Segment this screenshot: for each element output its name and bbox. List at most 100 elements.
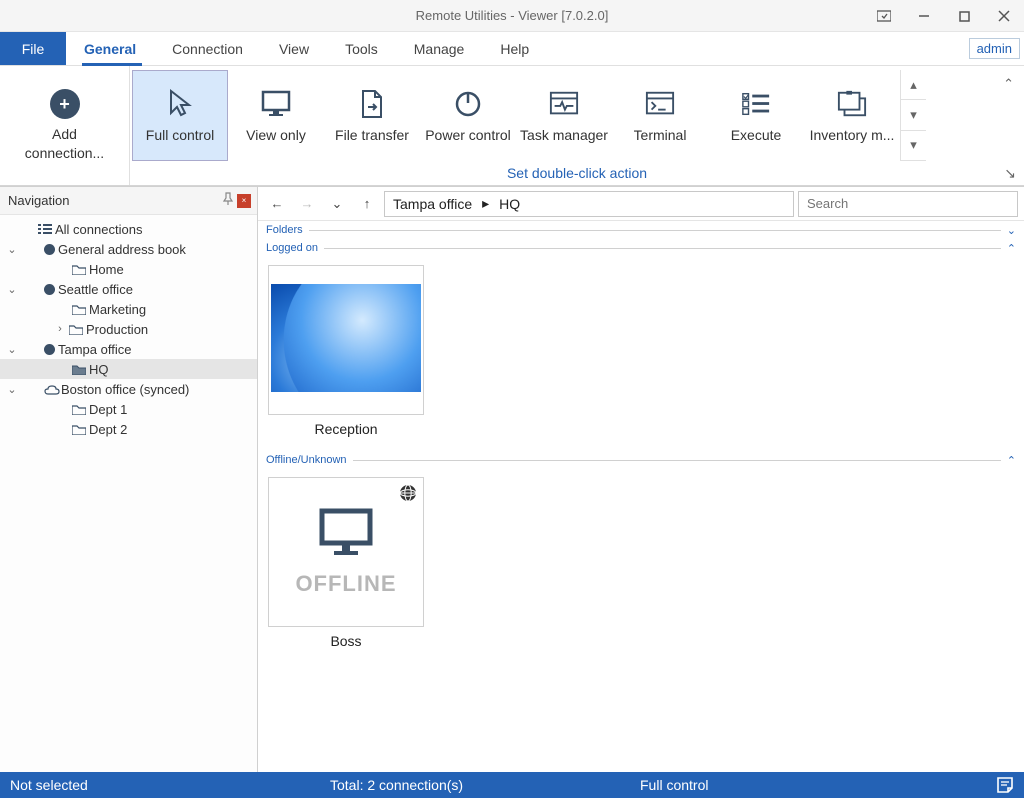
ribbon-scroll-down[interactable]: ▾ <box>901 100 926 130</box>
folder-icon <box>72 304 86 315</box>
cursor-icon <box>165 89 195 119</box>
breadcrumb-seg1[interactable]: Tampa office ▸ <box>393 195 489 212</box>
section-offline[interactable]: Offline/Unknown⌃ <box>258 451 1024 469</box>
menu-tools[interactable]: Tools <box>327 32 396 65</box>
file-arrow-icon <box>357 89 387 119</box>
nav-tree: All connections ⌄ General address book H… <box>0 215 257 772</box>
ribbon-collapse-icon[interactable]: ⌃ <box>1003 76 1014 92</box>
chevron-down-icon[interactable]: ⌄ <box>6 243 18 256</box>
overlay-icon[interactable] <box>864 0 904 32</box>
status-mode: Full control <box>640 777 708 793</box>
tree-boston-dept1[interactable]: Dept 1 <box>0 399 257 419</box>
section-folders[interactable]: Folders⌄ <box>258 221 1024 239</box>
ribbon-options-icon[interactable]: ↘ <box>1004 165 1016 182</box>
ribbon-scroll-more[interactable]: ▾ <box>901 131 926 161</box>
logged-on-gallery: Reception <box>258 257 1024 451</box>
cloud-icon <box>44 384 58 395</box>
connection-card-reception[interactable]: Reception <box>268 265 424 437</box>
folder-icon <box>72 424 86 435</box>
connection-card-boss[interactable]: OFFLINE Boss <box>268 477 424 649</box>
tree-tampa-office[interactable]: ⌄ Tampa office <box>0 339 257 359</box>
folder-open-icon <box>72 364 86 375</box>
chevron-down-icon[interactable]: ⌄ <box>6 283 18 296</box>
window-controls <box>864 0 1024 32</box>
ribbon-tools: Full control View only File transfer Pow… <box>130 66 1024 161</box>
tool-view-only[interactable]: View only <box>228 70 324 161</box>
main: Navigation × All connections ⌄ General a… <box>0 186 1024 772</box>
status-note-icon[interactable] <box>996 776 1014 794</box>
nav-recent-button[interactable]: ⌄ <box>324 191 350 217</box>
tool-full-control[interactable]: Full control <box>132 70 228 161</box>
tool-terminal[interactable]: Terminal <box>612 70 708 161</box>
menu-connection[interactable]: Connection <box>154 32 261 65</box>
close-panel-icon[interactable]: × <box>237 194 251 208</box>
chevron-right-icon: ▸ <box>482 195 489 212</box>
tree-seattle-marketing[interactable]: Marketing <box>0 299 257 319</box>
tree-tampa-hq[interactable]: HQ <box>0 359 257 379</box>
tool-file-transfer[interactable]: File transfer <box>324 70 420 161</box>
tool-execute[interactable]: Execute <box>708 70 804 161</box>
tree-home[interactable]: Home <box>0 259 257 279</box>
plus-icon: + <box>50 89 80 119</box>
menu-view[interactable]: View <box>261 32 327 65</box>
tree-seattle-office[interactable]: ⌄ Seattle office <box>0 279 257 299</box>
chevron-up-icon: ⌃ <box>1007 242 1016 255</box>
menubar: File General Connection View Tools Manag… <box>0 32 1024 66</box>
tree-boston-dept2[interactable]: Dept 2 <box>0 419 257 439</box>
user-label[interactable]: admin <box>969 38 1020 59</box>
ribbon-scroll: ▴ ▾ ▾ <box>900 70 926 161</box>
globe-icon <box>399 484 417 502</box>
chevron-right-icon[interactable]: › <box>54 323 66 335</box>
menu-help[interactable]: Help <box>482 32 547 65</box>
book-dot-icon <box>44 244 55 255</box>
add-connection-button[interactable]: + Addconnection... <box>0 66 130 185</box>
folder-icon <box>72 264 86 275</box>
nav-back-button[interactable]: ← <box>264 191 290 217</box>
ribbon-footer: Set double-click action ↘ <box>130 161 1024 185</box>
content: ← → ⌄ ↑ Tampa office ▸ HQ Folders⌄ Logge… <box>258 187 1024 772</box>
tree-seattle-production[interactable]: › Production <box>0 319 257 339</box>
pulse-window-icon <box>549 89 579 119</box>
desktop-preview <box>271 284 421 392</box>
offline-gallery: OFFLINE Boss <box>258 469 1024 663</box>
ribbon-scroll-up[interactable]: ▴ <box>901 70 926 100</box>
nav-up-button[interactable]: ↑ <box>354 191 380 217</box>
book-dot-icon <box>44 284 55 295</box>
tree-all-connections[interactable]: All connections <box>0 219 257 239</box>
maximize-button[interactable] <box>944 0 984 32</box>
add-connection-label: Addconnection... <box>25 125 104 161</box>
section-logged-on[interactable]: Logged on⌃ <box>258 239 1024 257</box>
tool-task-manager[interactable]: Task manager <box>516 70 612 161</box>
monitor-icon <box>318 507 374 557</box>
tool-power-control[interactable]: Power control <box>420 70 516 161</box>
menu-general[interactable]: General <box>66 32 154 65</box>
file-menu[interactable]: File <box>0 32 66 65</box>
breadcrumb[interactable]: Tampa office ▸ HQ <box>384 191 794 217</box>
thumbnail-offline: OFFLINE <box>268 477 424 627</box>
folder-icon <box>69 324 83 335</box>
chevron-down-icon[interactable]: ⌄ <box>6 383 18 396</box>
chevron-down-icon: ⌄ <box>1007 224 1016 237</box>
card-label: Reception <box>314 421 377 437</box>
monitor-icon <box>261 89 291 119</box>
tree-boston-office[interactable]: ⌄ Boston office (synced) <box>0 379 257 399</box>
tree-general-address-book[interactable]: ⌄ General address book <box>0 239 257 259</box>
minimize-button[interactable] <box>904 0 944 32</box>
list-check-icon <box>741 89 771 119</box>
tool-inventory[interactable]: Inventory m... <box>804 70 900 161</box>
close-button[interactable] <box>984 0 1024 32</box>
sidebar-title: Navigation <box>8 193 69 208</box>
pin-icon[interactable] <box>221 192 235 209</box>
breadcrumb-seg2[interactable]: HQ <box>499 196 520 212</box>
search-input[interactable] <box>798 191 1018 217</box>
status-selection: Not selected <box>10 777 88 793</box>
menu-manage[interactable]: Manage <box>396 32 483 65</box>
chevron-down-icon[interactable]: ⌄ <box>6 343 18 356</box>
nav-forward-button[interactable]: → <box>294 191 320 217</box>
book-dot-icon <box>44 344 55 355</box>
sidebar: Navigation × All connections ⌄ General a… <box>0 187 258 772</box>
titlebar: Remote Utilities - Viewer [7.0.2.0] <box>0 0 1024 32</box>
pathbar: ← → ⌄ ↑ Tampa office ▸ HQ <box>258 187 1024 221</box>
folder-icon <box>72 404 86 415</box>
power-icon <box>453 89 483 119</box>
